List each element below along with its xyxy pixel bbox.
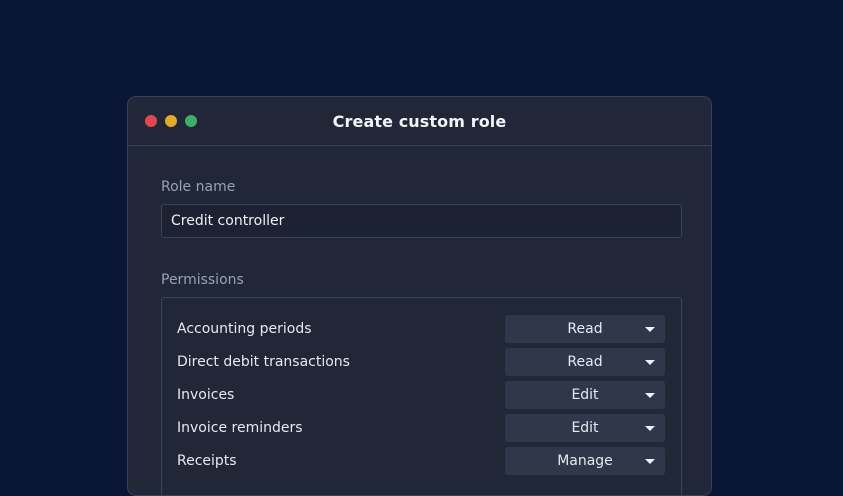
permissions-list: Accounting periods Read Direct debit tra… (161, 297, 682, 495)
permissions-label: Permissions (161, 272, 244, 288)
create-role-dialog: Create custom role Role name Credit cont… (127, 96, 712, 496)
permission-level-value: Manage (557, 453, 613, 469)
permission-level-select[interactable]: Edit (505, 414, 665, 442)
permission-level-select[interactable]: Read (505, 348, 665, 376)
permission-level-select[interactable]: Manage (505, 447, 665, 475)
permission-level-select[interactable]: Read (505, 315, 665, 343)
role-name-input[interactable]: Credit controller (161, 204, 682, 238)
caret-down-icon (645, 426, 655, 431)
caret-down-icon (645, 393, 655, 398)
permission-level-select[interactable]: Edit (505, 381, 665, 409)
permission-row-invoices: Invoices Edit (177, 381, 666, 409)
dialog-title: Create custom role (332, 112, 507, 131)
permission-level-value: Edit (571, 420, 599, 436)
permission-row-accounting-periods: Accounting periods Read (177, 315, 666, 343)
caret-down-icon (645, 327, 655, 332)
permission-name: Direct debit transactions (177, 354, 350, 370)
caret-down-icon (645, 360, 655, 365)
permission-level-value: Edit (571, 387, 599, 403)
permission-row-invoice-reminders: Invoice reminders Edit (177, 414, 666, 442)
permission-row-receipts: Receipts Manage (177, 447, 666, 475)
permission-name: Invoices (177, 387, 235, 403)
title-bar: Create custom role (128, 97, 711, 146)
permission-level-value: Read (567, 321, 603, 337)
permission-name: Accounting periods (177, 321, 312, 337)
permission-name: Receipts (177, 453, 237, 469)
permission-name: Invoice reminders (177, 420, 303, 436)
role-name-label: Role name (161, 179, 236, 195)
permission-row-direct-debit-transactions: Direct debit transactions Read (177, 348, 666, 376)
permission-level-value: Read (567, 354, 603, 370)
caret-down-icon (645, 459, 655, 464)
